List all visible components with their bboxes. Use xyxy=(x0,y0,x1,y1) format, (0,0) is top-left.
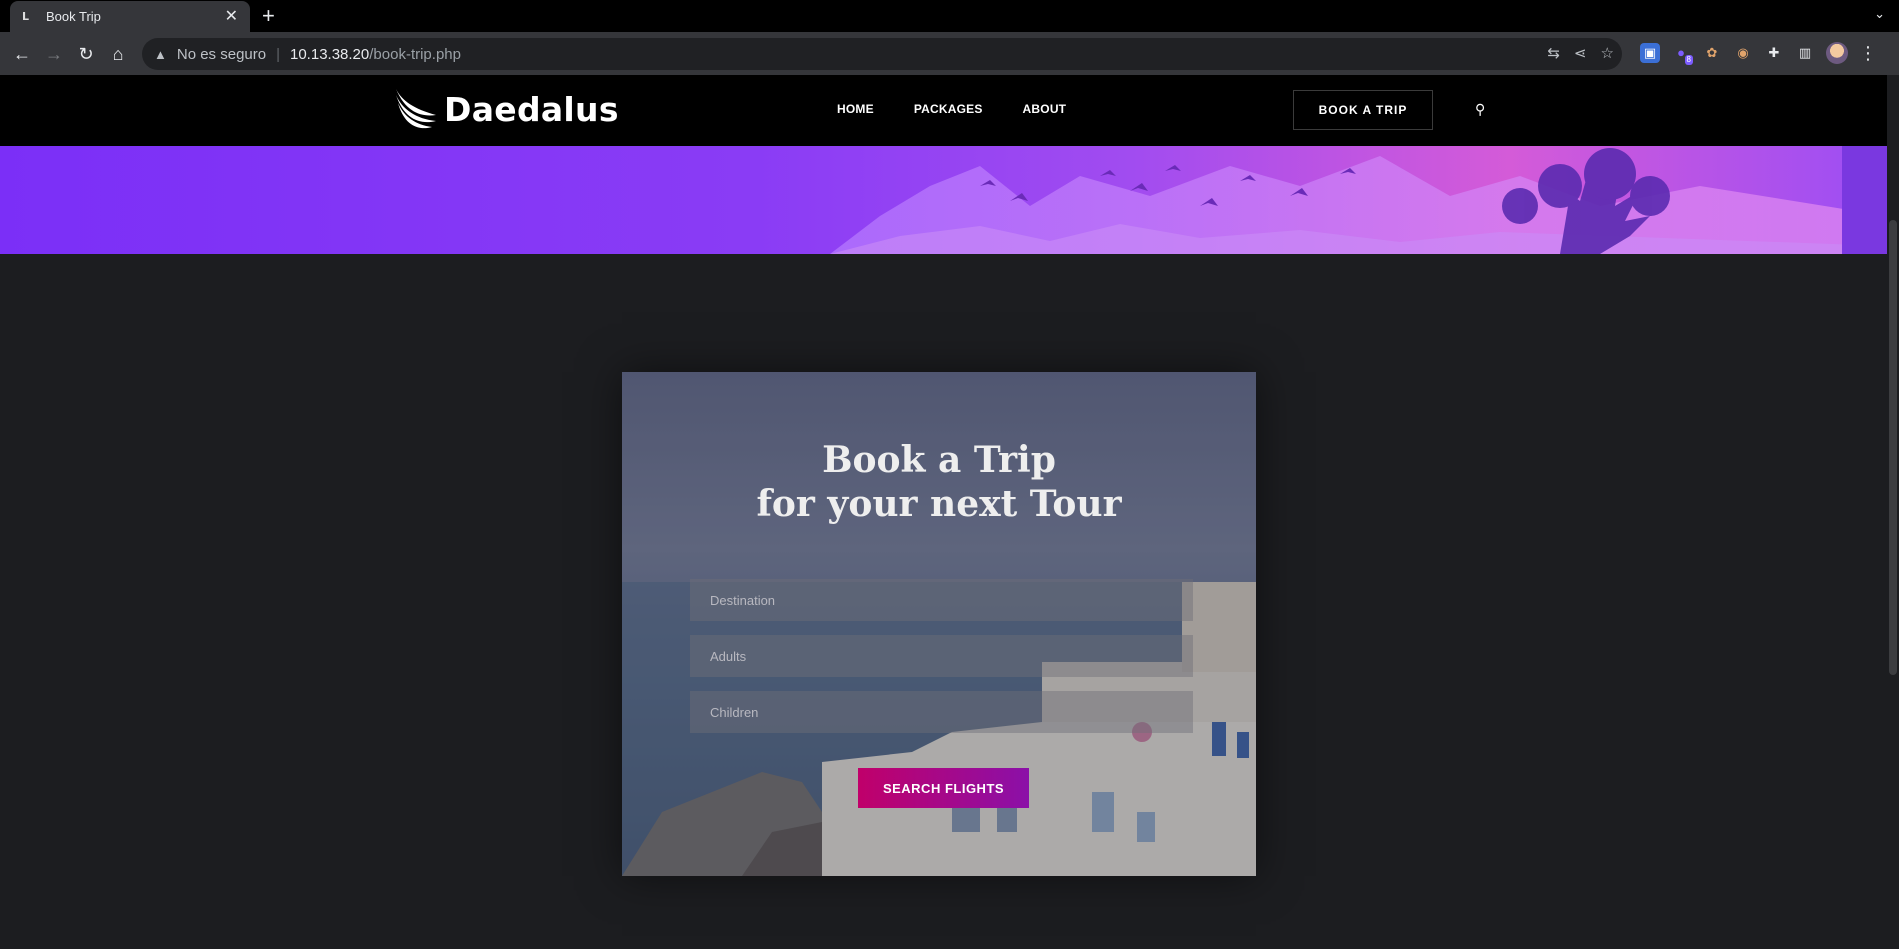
not-secure-label[interactable]: No es seguro xyxy=(177,46,266,63)
browser-menu-icon[interactable]: ⋮ xyxy=(1859,43,1877,64)
booking-title-line2: for your next Tour xyxy=(756,483,1122,525)
cookie-extension-icon[interactable]: ✿ xyxy=(1702,43,1722,63)
site-header: Daedalus HOME PACKAGES ABOUT BOOK A TRIP… xyxy=(0,75,1887,146)
destination-input[interactable] xyxy=(710,592,1193,608)
profile-avatar[interactable] xyxy=(1826,42,1848,64)
url-path[interactable]: /book-trip.php xyxy=(369,46,461,63)
nav-packages[interactable]: PACKAGES xyxy=(914,102,983,116)
address-bar[interactable]: ▲ No es seguro | 10.13.38.20 /book-trip.… xyxy=(142,38,1622,70)
adults-input[interactable] xyxy=(710,648,1193,664)
booking-card: Book a Trip for your next Tour SEARCH FL… xyxy=(622,372,1256,876)
mountain-birds-illustration xyxy=(830,146,1887,254)
booking-title-line1: Book a Trip xyxy=(822,439,1056,481)
wing-logo-icon xyxy=(396,89,436,129)
logo-text: Daedalus xyxy=(444,89,619,129)
extensions-puzzle-icon[interactable]: ✚ xyxy=(1764,43,1784,63)
home-icon[interactable]: ⌂ xyxy=(106,42,130,66)
scrollbar-thumb[interactable] xyxy=(1889,220,1897,675)
adults-field[interactable] xyxy=(690,635,1193,677)
back-arrow-icon[interactable]: ← xyxy=(10,42,34,66)
forward-arrow-icon[interactable]: → xyxy=(42,42,66,66)
tab-strip: L Book Trip ✕ + ⌄ xyxy=(0,0,1899,32)
bookmark-star-icon[interactable]: ☆ xyxy=(1601,44,1614,62)
translate-icon[interactable]: ⇆ xyxy=(1547,44,1560,62)
booking-title: Book a Trip for your next Tour xyxy=(622,438,1256,526)
extensions-area: ▣ ● 8 ✿ ◉ ✚ ▥ ⋮ xyxy=(1640,42,1877,65)
children-input[interactable] xyxy=(710,704,1193,720)
search-flights-button[interactable]: SEARCH FLIGHTS xyxy=(858,768,1029,808)
close-tab-icon[interactable]: ✕ xyxy=(225,8,238,24)
url-host[interactable]: 10.13.38.20 xyxy=(290,46,369,63)
warning-triangle-icon[interactable]: ▲ xyxy=(154,47,167,62)
tab-search-chevron-icon[interactable]: ⌄ xyxy=(1874,6,1885,22)
hero-banner xyxy=(0,146,1887,254)
tab-title: Book Trip xyxy=(46,9,101,24)
url-separator: | xyxy=(276,45,280,63)
main-nav: HOME PACKAGES ABOUT xyxy=(837,102,1106,116)
omnibox-actions: ⇆ ⋖ ☆ xyxy=(1547,44,1614,62)
cookie-editor-icon[interactable]: ◉ xyxy=(1733,43,1753,63)
book-a-trip-button[interactable]: BOOK A TRIP xyxy=(1293,90,1433,130)
nav-home[interactable]: HOME xyxy=(837,102,874,116)
extension-translate-icon[interactable]: ▣ xyxy=(1640,43,1660,63)
destination-field[interactable] xyxy=(690,579,1193,621)
side-panel-icon[interactable]: ▥ xyxy=(1795,43,1815,63)
extension-purple-icon[interactable]: ● 8 xyxy=(1671,43,1693,65)
page-scrollbar[interactable] xyxy=(1887,75,1899,949)
extension-badge: 8 xyxy=(1684,55,1693,65)
search-icon[interactable]: ⚲ xyxy=(1475,101,1485,118)
children-field[interactable] xyxy=(690,691,1193,733)
tab-favicon-icon: L xyxy=(22,9,30,23)
share-icon[interactable]: ⋖ xyxy=(1574,44,1587,62)
site-logo[interactable]: Daedalus xyxy=(392,87,619,131)
new-tab-icon[interactable]: + xyxy=(262,4,275,28)
browser-tab[interactable]: L Book Trip ✕ xyxy=(10,1,250,32)
web-page: Daedalus HOME PACKAGES ABOUT BOOK A TRIP… xyxy=(0,75,1887,949)
reload-icon[interactable]: ↻ xyxy=(74,42,98,66)
nav-about[interactable]: ABOUT xyxy=(1023,102,1067,116)
